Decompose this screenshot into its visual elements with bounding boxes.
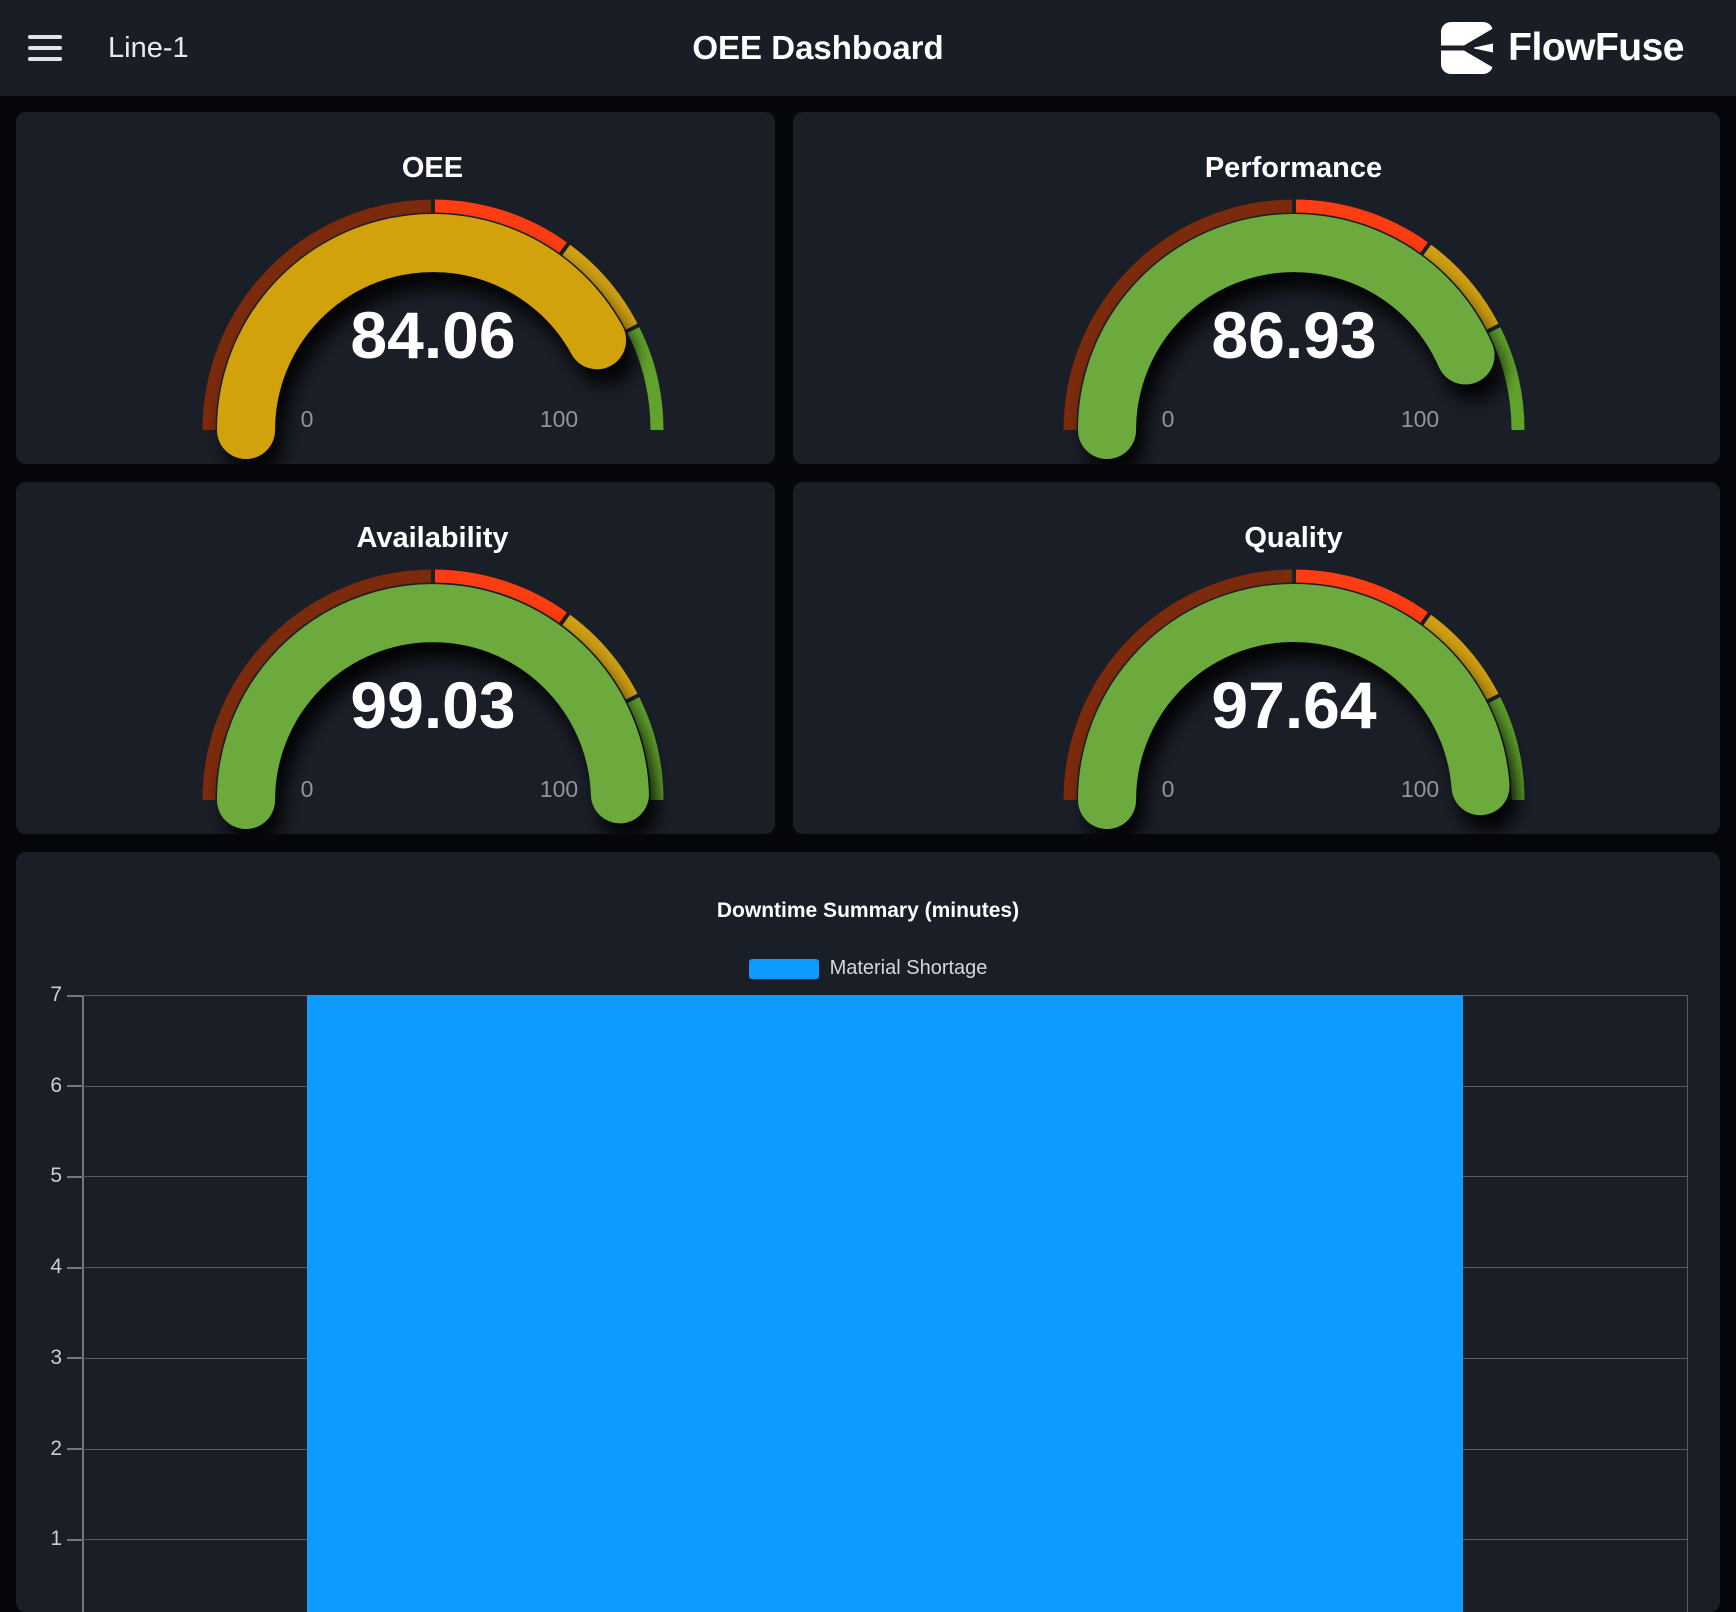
legend-swatch bbox=[749, 959, 819, 979]
y-tick-mark bbox=[67, 995, 82, 997]
y-tick-label: 6 bbox=[16, 1074, 62, 1098]
gauge-min-label: 0 bbox=[1161, 406, 1174, 432]
gauge-card-availability: Availability 99.03 0 100 bbox=[16, 482, 775, 834]
chart-title: Downtime Summary (minutes) bbox=[16, 899, 1720, 923]
gauge-title: Performance bbox=[830, 152, 1720, 185]
gauge-grid: OEE 84.06 0 100 Performance 86.93 0 100 Avai… bbox=[16, 112, 1720, 834]
hamburger-menu-icon[interactable] bbox=[28, 35, 62, 61]
y-tick-mark bbox=[67, 1357, 82, 1359]
gauge-title: Availability bbox=[53, 522, 775, 555]
gauge-min-label: 0 bbox=[300, 406, 313, 432]
y-tick-mark bbox=[67, 1085, 82, 1087]
availability-gauge: 99.03 0 100 bbox=[193, 554, 673, 834]
bar-material-shortage[interactable] bbox=[307, 995, 1463, 1612]
legend-label: Material Shortage bbox=[830, 957, 988, 980]
gauge-title: Quality bbox=[830, 522, 1720, 555]
y-tick-label: 3 bbox=[16, 1346, 62, 1370]
gauge-card-oee: OEE 84.06 0 100 bbox=[16, 112, 775, 464]
y-axis-line bbox=[82, 995, 84, 1612]
y-tick-label: 2 bbox=[16, 1437, 62, 1461]
gauge-card-performance: Performance 86.93 0 100 bbox=[793, 112, 1720, 464]
gauge-value: 86.93 bbox=[1211, 298, 1376, 372]
page-nav-label: Line-1 bbox=[108, 32, 189, 65]
gauge-value: 84.06 bbox=[350, 298, 515, 372]
top-app-bar: Line-1 OEE Dashboard FlowFuse bbox=[0, 0, 1736, 96]
gauge-max-label: 100 bbox=[539, 776, 577, 802]
y-tick-mark bbox=[67, 1176, 82, 1178]
legend-item-material-shortage[interactable]: Material Shortage bbox=[16, 957, 1720, 980]
chart-plot-area: 7654321 bbox=[82, 995, 1688, 1612]
downtime-chart-card: Downtime Summary (minutes) Material Shor… bbox=[16, 852, 1720, 1612]
y-tick-label: 7 bbox=[16, 983, 62, 1007]
y-tick-mark bbox=[67, 1267, 82, 1269]
oee-gauge: 84.06 0 100 bbox=[193, 184, 673, 464]
y-tick-label: 1 bbox=[16, 1527, 62, 1551]
dashboard-title: OEE Dashboard bbox=[692, 29, 943, 67]
gauge-max-label: 100 bbox=[1400, 406, 1438, 432]
y-tick-label: 4 bbox=[16, 1255, 62, 1279]
gauge-value: 97.64 bbox=[1211, 668, 1376, 742]
dashboard-body: OEE 84.060100 Performance 86.930100 Avai… bbox=[0, 112, 1736, 1612]
gauge-card-quality: Quality 97.64 0 100 bbox=[793, 482, 1720, 834]
gauge-max-label: 100 bbox=[539, 406, 577, 432]
brand-logo: FlowFuse bbox=[1441, 22, 1736, 74]
y-tick-mark bbox=[67, 1448, 82, 1450]
gauge-title: OEE bbox=[53, 152, 775, 185]
flowfuse-icon bbox=[1441, 22, 1493, 74]
quality-gauge: 97.64 0 100 bbox=[1054, 554, 1534, 834]
y-tick-mark bbox=[67, 1539, 82, 1541]
gauge-max-label: 100 bbox=[1400, 776, 1438, 802]
plot-right-border bbox=[1687, 995, 1688, 1612]
gauge-value: 99.03 bbox=[350, 668, 515, 742]
y-tick-label: 5 bbox=[16, 1164, 62, 1188]
performance-gauge: 86.93 0 100 bbox=[1054, 184, 1534, 464]
gauge-min-label: 0 bbox=[300, 776, 313, 802]
flowfuse-wordmark: FlowFuse bbox=[1508, 26, 1684, 70]
gauge-min-label: 0 bbox=[1161, 776, 1174, 802]
